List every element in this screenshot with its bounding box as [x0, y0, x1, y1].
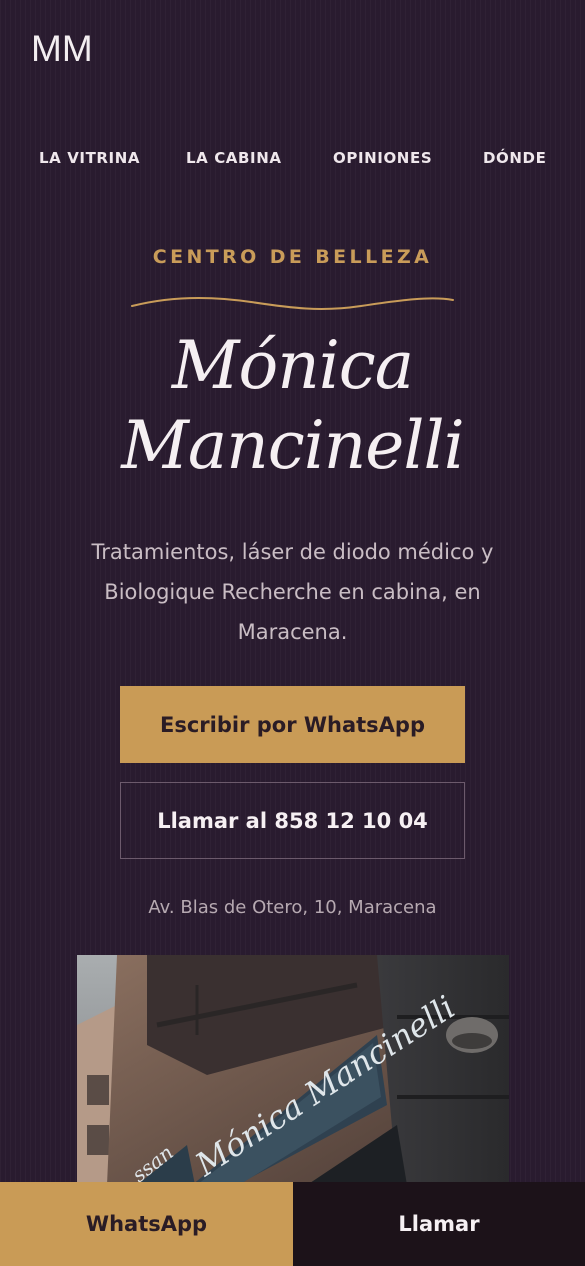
storefront-photo: Mónica Mancinelli ssan: [77, 955, 509, 1185]
call-button[interactable]: Llamar al 858 12 10 04: [120, 782, 465, 859]
hero-eyebrow: CENTRO DE BELLEZA: [152, 246, 433, 268]
nav-link-la-cabina[interactable]: LA CABINA: [186, 147, 282, 169]
hero-title: Mónica Mancinelli: [0, 326, 585, 486]
nav-link-opiniones[interactable]: OPINIONES: [333, 147, 432, 169]
bottom-call-button[interactable]: Llamar: [293, 1182, 585, 1266]
nav-link-la-vitrina[interactable]: LA VITRINA: [39, 147, 140, 169]
hero-title-line-2: Mancinelli: [121, 407, 464, 484]
main-nav: LA VITRINA LA CABINA OPINIONES DÓNDE: [0, 147, 585, 169]
decorative-wave-divider: [131, 296, 454, 310]
bottom-action-bar: WhatsApp Llamar: [0, 1182, 585, 1266]
nav-link-donde[interactable]: DÓNDE: [483, 147, 546, 169]
whatsapp-button[interactable]: Escribir por WhatsApp: [120, 686, 465, 763]
bottom-whatsapp-button[interactable]: WhatsApp: [0, 1182, 293, 1266]
hero-title-line-1: Mónica: [171, 327, 414, 404]
logo[interactable]: MM: [31, 27, 93, 71]
address-text: Av. Blas de Otero, 10, Maracena: [148, 897, 437, 918]
hero-subtitle: Tratamientos, láser de diodo médico y Bi…: [91, 540, 494, 644]
